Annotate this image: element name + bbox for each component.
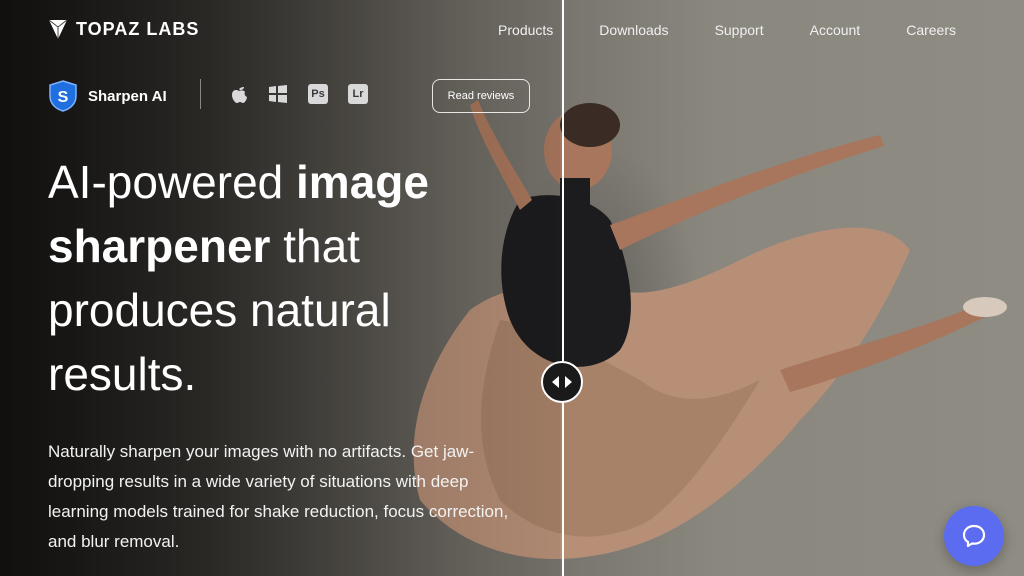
arrow-right-icon: [565, 376, 572, 388]
topaz-diamond-icon: [48, 19, 68, 39]
photoshop-icon: Ps: [308, 84, 328, 104]
nav-products[interactable]: Products: [498, 22, 553, 38]
chat-bubble-icon: [962, 524, 986, 548]
read-reviews-button[interactable]: Read reviews: [432, 79, 530, 113]
sharpen-ai-shield-icon: S: [49, 80, 77, 112]
brand-name: TOPAZ LABS: [76, 18, 200, 39]
hero-heading: AI-powered image sharpener that produces…: [48, 150, 518, 406]
apple-icon: [232, 87, 247, 103]
product-badge[interactable]: S Sharpen AI: [48, 80, 167, 112]
platform-icons: Ps Lr: [230, 84, 368, 104]
nav-support[interactable]: Support: [715, 22, 764, 38]
nav-account[interactable]: Account: [810, 22, 861, 38]
product-name: Sharpen AI: [88, 87, 167, 105]
nav-downloads[interactable]: Downloads: [599, 22, 668, 38]
arrow-left-icon: [552, 376, 559, 388]
windows-icon: [269, 85, 287, 103]
chat-support-button[interactable]: [944, 506, 1004, 566]
comparison-slider-handle[interactable]: [541, 361, 583, 403]
svg-text:S: S: [58, 89, 69, 106]
comparison-divider[interactable]: [562, 0, 564, 576]
nav-careers[interactable]: Careers: [906, 22, 956, 38]
main-nav: Products Downloads Support Account Caree…: [498, 22, 956, 38]
hero-part-1: AI-powered: [48, 156, 297, 208]
lightroom-icon: Lr: [348, 84, 368, 104]
divider: [200, 79, 201, 109]
topaz-logo[interactable]: TOPAZ LABS: [48, 18, 199, 40]
hero-description: Naturally sharpen your images with no ar…: [48, 442, 509, 551]
